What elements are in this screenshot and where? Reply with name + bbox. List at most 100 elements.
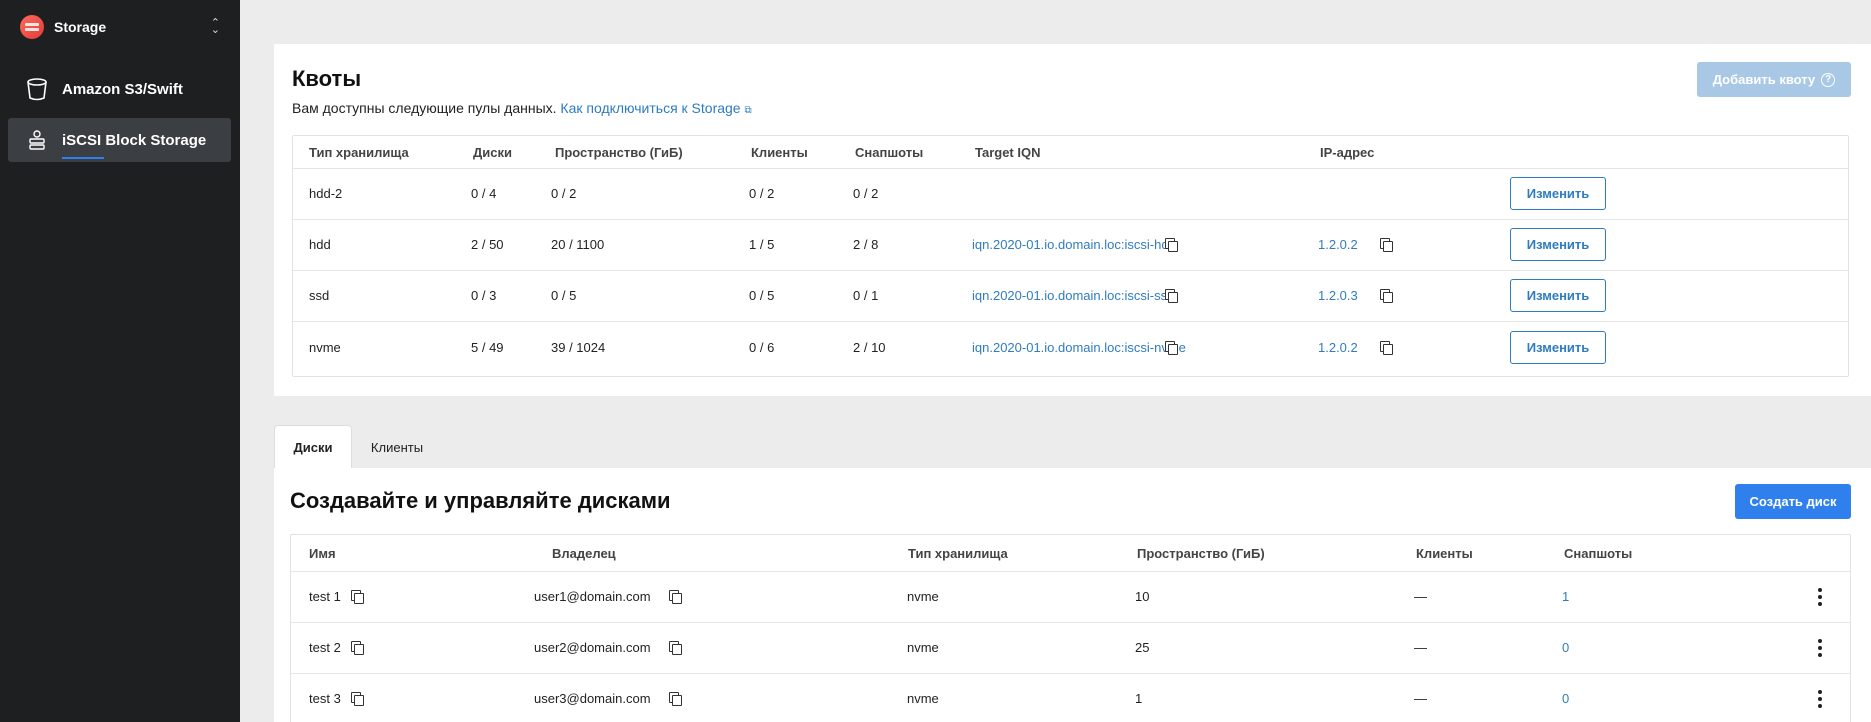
bucket-icon bbox=[24, 76, 50, 102]
cell-disks: 2 / 50 bbox=[471, 237, 504, 252]
cell-snapshots: 0 / 2 bbox=[853, 186, 879, 201]
copy-icon[interactable] bbox=[351, 590, 364, 604]
copy-icon[interactable] bbox=[1165, 341, 1178, 355]
cell-owner: user1@domain.com bbox=[534, 589, 651, 604]
table-header: Имя Владелец Тип хранилища Пространство … bbox=[291, 535, 1850, 572]
disks-title: Создавайте и управляйте дисками bbox=[290, 488, 671, 513]
sidebar-item-label: Amazon S3/Swift bbox=[62, 80, 183, 98]
cell-type: nvme bbox=[907, 691, 939, 706]
help-icon: ? bbox=[1821, 72, 1836, 87]
copy-icon[interactable] bbox=[1380, 341, 1393, 355]
cell-disks: 0 / 4 bbox=[471, 186, 497, 201]
column-header: Клиенты bbox=[1416, 546, 1473, 561]
cell-name: test 2 bbox=[309, 640, 341, 655]
snapshots-link[interactable]: 0 bbox=[1562, 691, 1569, 706]
sidebar-item-label: iSCSI Block Storage bbox=[62, 131, 207, 159]
cell-name: test 3 bbox=[309, 691, 341, 706]
column-header: Снапшоты bbox=[855, 145, 924, 160]
edit-quota-button[interactable]: Изменить bbox=[1510, 279, 1606, 312]
cell-clients: 0 / 6 bbox=[749, 340, 775, 355]
target-iqn-link[interactable]: iqn.2020-01.io.domain.loc:iscsi-nvme bbox=[972, 340, 1186, 355]
edit-quota-button[interactable]: Изменить bbox=[1510, 331, 1606, 364]
target-iqn-link[interactable]: iqn.2020-01.io.domain.loc:iscsi-ssd bbox=[972, 288, 1174, 303]
target-iqn-link[interactable]: iqn.2020-01.io.domain.loc:iscsi-hdd bbox=[972, 237, 1176, 252]
cell-type: nvme bbox=[907, 640, 939, 655]
ip-address-link[interactable]: 1.2.0.3 bbox=[1318, 288, 1358, 303]
copy-icon[interactable] bbox=[351, 641, 364, 655]
cell-space: 0 / 5 bbox=[551, 288, 577, 303]
copy-icon[interactable] bbox=[1380, 289, 1393, 303]
page-title: Квоты bbox=[292, 66, 362, 91]
copy-icon[interactable] bbox=[669, 692, 682, 706]
table-row: hdd-2 0 / 4 0 / 2 0 / 2 0 / 2 Изменить bbox=[293, 169, 1848, 220]
snapshots-link[interactable]: 0 bbox=[1562, 640, 1569, 655]
more-actions-icon[interactable] bbox=[1818, 588, 1822, 606]
sidebar-title: Storage bbox=[54, 19, 107, 35]
storage-switcher[interactable]: Storage ⌃ ⌄ bbox=[20, 14, 220, 40]
cell-snapshots: 2 / 10 bbox=[853, 340, 886, 355]
how-to-connect-link[interactable]: Как подключиться к Storage ⧉ bbox=[560, 100, 751, 116]
column-header: IP-адрес bbox=[1320, 145, 1375, 160]
cell-owner: user2@domain.com bbox=[534, 640, 651, 655]
edit-quota-button[interactable]: Изменить bbox=[1510, 228, 1606, 261]
external-link-icon: ⧉ bbox=[744, 105, 752, 116]
snapshots-link[interactable]: 1 bbox=[1562, 589, 1569, 604]
cell-clients: — bbox=[1414, 691, 1427, 706]
more-actions-icon[interactable] bbox=[1818, 639, 1822, 657]
more-actions-icon[interactable] bbox=[1818, 690, 1822, 708]
column-header: Снапшоты bbox=[1564, 546, 1633, 561]
tab-disks[interactable]: Диски bbox=[274, 425, 352, 469]
copy-icon[interactable] bbox=[1165, 238, 1178, 252]
cell-clients: 0 / 5 bbox=[749, 288, 775, 303]
copy-icon[interactable] bbox=[1165, 289, 1178, 303]
cell-space: 10 bbox=[1135, 589, 1150, 604]
table-header: Тип хранилища Диски Пространство (ГиБ) К… bbox=[293, 136, 1848, 169]
table-row: test 3 user3@domain.com nvme 1 — 0 bbox=[291, 674, 1850, 722]
column-header: Target IQN bbox=[975, 145, 1041, 160]
disks-card: Создавайте и управляйте дисками Создать … bbox=[274, 468, 1871, 722]
ip-address-link[interactable]: 1.2.0.2 bbox=[1318, 340, 1358, 355]
storage-logo-icon bbox=[20, 15, 44, 39]
table-row: nvme 5 / 49 39 / 1024 0 / 6 2 / 10 iqn.2… bbox=[293, 322, 1848, 377]
quotas-subtitle: Вам доступны следующие пулы данных. Как … bbox=[292, 100, 752, 116]
disk-stack-icon bbox=[24, 127, 50, 153]
quotas-table: Тип хранилища Диски Пространство (ГиБ) К… bbox=[292, 135, 1849, 377]
copy-icon[interactable] bbox=[669, 590, 682, 604]
cell-clients: — bbox=[1414, 589, 1427, 604]
column-header: Тип хранилища bbox=[309, 145, 409, 160]
ip-address-link[interactable]: 1.2.0.2 bbox=[1318, 237, 1358, 252]
copy-icon[interactable] bbox=[351, 692, 364, 706]
cell-type: hdd-2 bbox=[309, 186, 343, 201]
cell-clients: 0 / 2 bbox=[749, 186, 775, 201]
copy-icon[interactable] bbox=[1380, 238, 1393, 252]
cell-space: 1 bbox=[1135, 691, 1143, 706]
cell-space: 39 / 1024 bbox=[551, 340, 606, 355]
column-header: Пространство (ГиБ) bbox=[555, 145, 683, 160]
cell-space: 20 / 1100 bbox=[551, 237, 605, 252]
column-header: Пространство (ГиБ) bbox=[1137, 546, 1265, 561]
table-row: test 2 user2@domain.com nvme 25 — 0 bbox=[291, 623, 1850, 674]
cell-clients: 1 / 5 bbox=[749, 237, 775, 252]
quotas-subtitle-text: Вам доступны следующие пулы данных. bbox=[292, 100, 557, 116]
cell-type: hdd bbox=[309, 237, 331, 252]
column-header: Клиенты bbox=[751, 145, 808, 160]
cell-name: test 1 bbox=[309, 589, 341, 604]
cell-type: nvme bbox=[907, 589, 939, 604]
table-row: test 1 user1@domain.com nvme 10 — 1 bbox=[291, 572, 1850, 623]
sidebar-item-iscsi[interactable]: iSCSI Block Storage bbox=[8, 118, 231, 162]
add-quota-button[interactable]: Добавить квоту ? bbox=[1697, 62, 1851, 97]
edit-quota-button[interactable]: Изменить bbox=[1510, 177, 1606, 210]
column-header: Имя bbox=[309, 546, 336, 561]
column-header: Диски bbox=[473, 145, 512, 160]
cell-type: nvme bbox=[309, 340, 341, 355]
create-disk-button[interactable]: Создать диск bbox=[1735, 484, 1851, 519]
cell-type: ssd bbox=[309, 288, 330, 303]
cell-disks: 5 / 49 bbox=[471, 340, 504, 355]
cell-space: 0 / 2 bbox=[551, 186, 577, 201]
tab-clients[interactable]: Клиенты bbox=[358, 425, 436, 469]
table-row: hdd 2 / 50 20 / 1100 1 / 5 2 / 8 iqn.202… bbox=[293, 220, 1848, 271]
cell-snapshots: 2 / 8 bbox=[853, 237, 879, 252]
copy-icon[interactable] bbox=[669, 641, 682, 655]
sidebar-item-s3[interactable]: Amazon S3/Swift bbox=[8, 67, 231, 111]
sidebar: Storage ⌃ ⌄ Amazon S3/Swift iSCSI Block S… bbox=[0, 0, 240, 722]
